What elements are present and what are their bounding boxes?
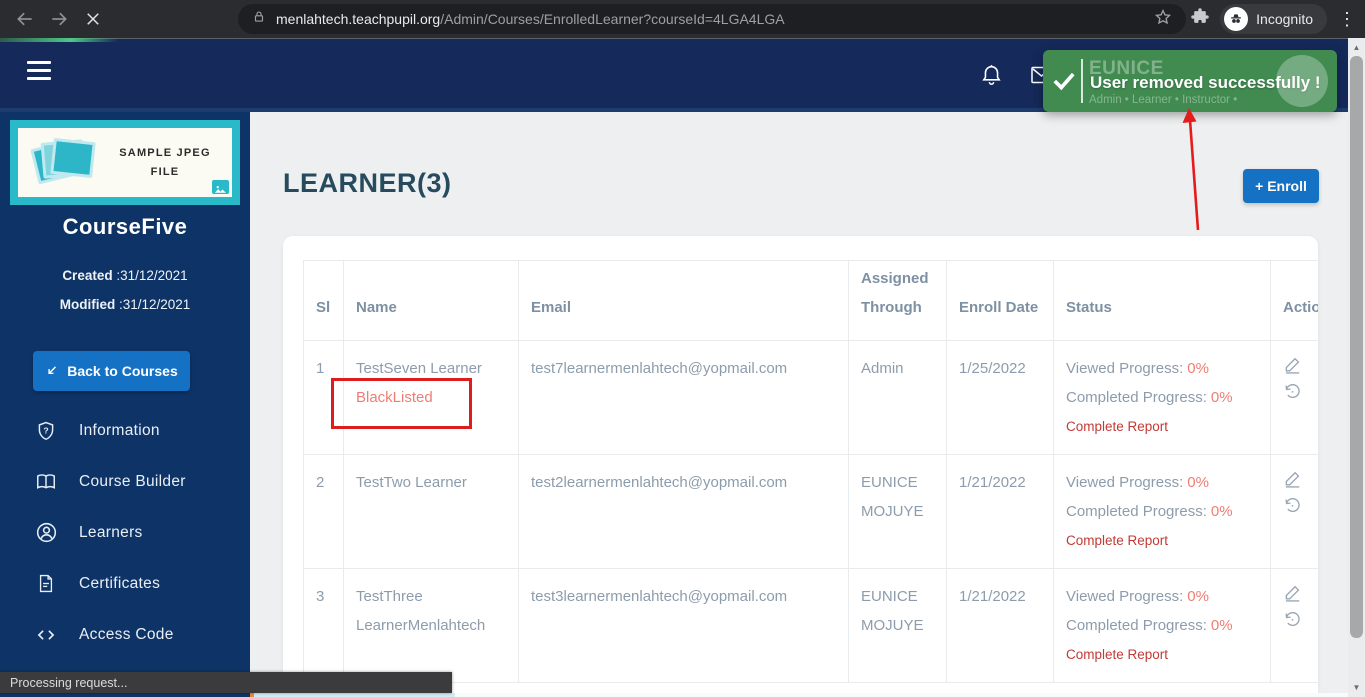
course-image-caption: SAMPLE JPEG FILE bbox=[104, 144, 232, 181]
cell-assigned-through: Admin bbox=[849, 341, 947, 455]
cell-status: Viewed Progress:0% Completed Progress:0%… bbox=[1054, 455, 1271, 569]
success-check-icon bbox=[1051, 67, 1077, 98]
sidebar-menu: ? Information Course Builder Learners bbox=[0, 405, 250, 660]
page-scrollbar[interactable]: ▲ ▼ bbox=[1348, 38, 1365, 697]
user-roles: Admin • Learner • Instructor • bbox=[1089, 94, 1237, 106]
cell-actions bbox=[1271, 569, 1319, 683]
edit-pencil-icon[interactable] bbox=[1283, 354, 1318, 378]
cell-name: TestTwo Learner bbox=[344, 455, 519, 569]
incognito-badge: Incognito bbox=[1220, 4, 1327, 34]
learners-table: Sl Name Email Assigned Through Enroll Da… bbox=[303, 260, 1318, 683]
course-thumbnail: SAMPLE JPEG FILE bbox=[10, 120, 240, 205]
scrollbar-up-arrow[interactable]: ▲ bbox=[1348, 39, 1365, 56]
incognito-label: Incognito bbox=[1256, 11, 1313, 27]
course-modified-date: Modified :31/12/2021 bbox=[0, 297, 250, 312]
image-icon bbox=[212, 180, 229, 194]
cell-name: TestThree LearnerMenlahtech bbox=[344, 569, 519, 683]
annotation-arrow bbox=[1176, 106, 1216, 238]
cell-status: Viewed Progress:0% Completed Progress:0%… bbox=[1054, 341, 1271, 455]
extensions-icon[interactable] bbox=[1190, 7, 1210, 32]
sidebar-item-learners[interactable]: Learners bbox=[0, 507, 250, 558]
forward-icon[interactable] bbox=[42, 2, 76, 36]
restore-user-icon[interactable] bbox=[1283, 382, 1318, 406]
cell-sl: 2 bbox=[304, 455, 344, 569]
learner-row: 2 TestTwo Learner test2learnermenlahtech… bbox=[304, 455, 1319, 569]
learners-table-card: Sl Name Email Assigned Through Enroll Da… bbox=[283, 236, 1318, 697]
cell-email: test7learnermenlahtech@yopmail.com bbox=[519, 341, 849, 455]
bookmark-star-icon[interactable] bbox=[1154, 8, 1172, 31]
complete-report-link[interactable]: Complete Report bbox=[1066, 645, 1168, 665]
page-title: LEARNER(3) bbox=[283, 168, 452, 199]
cell-email: test2learnermenlahtech@yopmail.com bbox=[519, 455, 849, 569]
cell-assigned-through: EUNICE MOJUYE bbox=[849, 569, 947, 683]
cell-actions bbox=[1271, 341, 1319, 455]
edit-pencil-icon[interactable] bbox=[1283, 468, 1318, 492]
restore-user-icon[interactable] bbox=[1283, 610, 1318, 634]
edit-pencil-icon[interactable] bbox=[1283, 582, 1318, 606]
browser-menu-kebab-icon[interactable]: ⋮ bbox=[1337, 9, 1357, 30]
back-to-courses-button[interactable]: Back to Courses bbox=[33, 351, 190, 391]
notifications-bell-icon[interactable] bbox=[979, 62, 1004, 93]
col-header-assigned-through: Assigned Through bbox=[849, 261, 947, 341]
restore-user-icon[interactable] bbox=[1283, 496, 1318, 520]
col-header-email: Email bbox=[519, 261, 849, 341]
scrollbar-thumb[interactable] bbox=[1350, 56, 1363, 638]
course-title: CourseFive bbox=[0, 214, 250, 240]
url-text: menlahtech.teachpupil.org/Admin/Courses/… bbox=[276, 11, 1146, 27]
col-header-action: Action bbox=[1271, 261, 1319, 341]
toast-notification[interactable]: EUNICE User removed successfully ! Admin… bbox=[1043, 50, 1337, 112]
col-header-sl: Sl bbox=[304, 261, 344, 341]
back-icon[interactable] bbox=[8, 2, 42, 36]
arrow-down-left-icon bbox=[45, 364, 59, 378]
person-circle-icon bbox=[33, 521, 59, 544]
cell-status: Viewed Progress:0% Completed Progress:0%… bbox=[1054, 569, 1271, 683]
sidebar-item-access-code[interactable]: Access Code bbox=[0, 609, 250, 660]
incognito-icon bbox=[1224, 7, 1248, 31]
stop-icon[interactable] bbox=[76, 2, 110, 36]
enroll-button[interactable]: + Enroll bbox=[1243, 169, 1319, 203]
complete-report-link[interactable]: Complete Report bbox=[1066, 417, 1168, 437]
avatar[interactable] bbox=[1276, 55, 1328, 107]
learner-row: 3 TestThree LearnerMenlahtech test3learn… bbox=[304, 569, 1319, 683]
course-created-date: Created :31/12/2021 bbox=[0, 268, 250, 283]
certificate-document-icon bbox=[33, 572, 59, 595]
scrollbar-down-arrow[interactable]: ▼ bbox=[1348, 679, 1365, 696]
col-header-enroll-date: Enroll Date bbox=[947, 261, 1054, 341]
shield-question-icon: ? bbox=[33, 419, 59, 443]
cell-enroll-date: 1/21/2022 bbox=[947, 455, 1054, 569]
cell-actions bbox=[1271, 455, 1319, 569]
col-header-name: Name bbox=[344, 261, 519, 341]
cell-enroll-date: 1/25/2022 bbox=[947, 341, 1054, 455]
svg-text:?: ? bbox=[43, 425, 48, 435]
browser-toolbar: menlahtech.teachpupil.org/Admin/Courses/… bbox=[0, 0, 1365, 38]
complete-report-link[interactable]: Complete Report bbox=[1066, 531, 1168, 551]
col-header-status: Status bbox=[1054, 261, 1271, 341]
course-sidebar: SAMPLE JPEG FILE CourseFive Created :31/… bbox=[0, 112, 250, 697]
annotation-box bbox=[331, 378, 472, 429]
sidebar-item-information[interactable]: ? Information bbox=[0, 405, 250, 456]
loading-progress-bar bbox=[0, 38, 118, 42]
cell-sl: 3 bbox=[304, 569, 344, 683]
cell-enroll-date: 1/21/2022 bbox=[947, 569, 1054, 683]
address-bar[interactable]: menlahtech.teachpupil.org/Admin/Courses/… bbox=[238, 4, 1186, 34]
screenshot-root: menlahtech.teachpupil.org/Admin/Courses/… bbox=[0, 0, 1365, 697]
hamburger-menu-icon[interactable] bbox=[27, 61, 51, 80]
sidebar-item-certificates[interactable]: Certificates bbox=[0, 558, 250, 609]
toast-divider bbox=[1081, 59, 1083, 103]
code-brackets-icon bbox=[33, 625, 59, 645]
lock-icon bbox=[252, 9, 266, 30]
table-header-row: Sl Name Email Assigned Through Enroll Da… bbox=[304, 261, 1319, 341]
open-book-icon bbox=[33, 471, 59, 493]
chrome-divider bbox=[0, 38, 1365, 39]
processing-status-bar: Processing request... bbox=[0, 672, 452, 693]
cell-assigned-through: EUNICE MOJUYE bbox=[849, 455, 947, 569]
sidebar-item-course-builder[interactable]: Course Builder bbox=[0, 456, 250, 507]
cell-email: test3learnermenlahtech@yopmail.com bbox=[519, 569, 849, 683]
photo-stack-icon bbox=[32, 134, 104, 192]
